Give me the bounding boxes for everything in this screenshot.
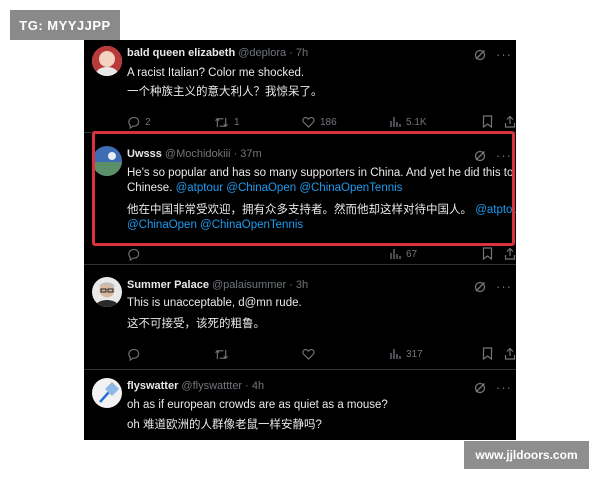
- tweet-3-header: Summer Palace @palaisummer · 3h: [127, 279, 308, 295]
- tweet-text-en: oh as if european crowds are as quiet as…: [127, 399, 388, 411]
- views-button[interactable]: 5.1K: [389, 114, 427, 130]
- watermark-top: TG: MYYJJPP: [10, 10, 120, 40]
- more-options-icon[interactable]: ···: [496, 280, 512, 294]
- mention-links[interactable]: @atptour @ChinaOpen @ChinaOpenTennis: [176, 182, 403, 194]
- like-button[interactable]: [302, 346, 315, 362]
- reply-count: 2: [145, 116, 151, 128]
- grok-icon[interactable]: [474, 281, 486, 293]
- like-count: 186: [320, 116, 337, 128]
- tweet-text-zh: 一个种族主义的意大利人？我惊呆了。: [127, 86, 323, 98]
- more-options-icon[interactable]: ···: [496, 381, 512, 395]
- tweet-2[interactable]: Uwsss @Mochidokiii · 37m ··· He's so pop…: [84, 133, 516, 263]
- reply-icon: [128, 348, 140, 361]
- tweet-text-en-line1: He's so popular and has so many supporte…: [127, 167, 514, 179]
- author-name[interactable]: bald queen elizabeth: [127, 47, 235, 59]
- tweet-text-zh: 他在中国非常受欢迎，拥有众多支持者。然而他却这样对待中国人。: [127, 204, 472, 216]
- reply-icon: [128, 116, 140, 129]
- tweet-3-top-icons: ···: [474, 280, 512, 294]
- view-count: 5.1K: [406, 116, 427, 128]
- views-button[interactable]: 67: [389, 246, 417, 262]
- grok-icon[interactable]: [474, 49, 486, 61]
- tweet-2-top-icons: ···: [474, 149, 512, 163]
- author-name[interactable]: Summer Palace: [127, 279, 209, 291]
- views-chart-icon: [390, 249, 401, 259]
- timestamp[interactable]: · 3h: [289, 279, 308, 291]
- author-handle[interactable]: @Mochidokiii: [165, 148, 231, 160]
- like-button[interactable]: 186: [302, 114, 337, 130]
- timestamp[interactable]: · 37m: [234, 148, 262, 160]
- tweet-3-actions: 317: [127, 346, 516, 362]
- bald-person-avatar[interactable]: [92, 46, 122, 76]
- glasses-man-avatar[interactable]: [92, 277, 122, 307]
- reply-button[interactable]: [127, 246, 140, 262]
- tweet-text-en: This is unacceptable, d@mn rude.: [127, 297, 302, 309]
- tweet-2-header: Uwsss @Mochidokiii · 37m: [127, 148, 262, 164]
- timestamp[interactable]: · 4h: [245, 380, 264, 392]
- retweet-button[interactable]: 1: [214, 114, 240, 130]
- retweet-button[interactable]: [214, 346, 229, 362]
- tweet-text-zh: 这不可接受，该死的粗鲁。: [127, 318, 265, 330]
- tweet-text-en: A racist Italian? Color me shocked.: [127, 67, 305, 79]
- tweet-1-header: bald queen elizabeth @deplora · 7h: [127, 47, 308, 63]
- views-chart-icon: [390, 349, 401, 359]
- author-handle[interactable]: @deplora: [238, 47, 286, 59]
- landscape-avatar[interactable]: [92, 146, 122, 176]
- share-icon[interactable]: [504, 347, 516, 360]
- watermark-bottom: www.jjldoors.com: [464, 441, 589, 469]
- bookmark-icon[interactable]: [482, 347, 493, 360]
- share-icon[interactable]: [504, 115, 516, 128]
- tweet-text-zh: oh 难道欧洲的人群像老鼠一样安静吗?: [127, 419, 322, 431]
- tweet-4-top-icons: ···: [474, 381, 512, 395]
- retweet-count: 1: [234, 116, 240, 128]
- view-count: 67: [406, 248, 418, 260]
- tweet-2-actions: 67: [127, 246, 516, 262]
- flyswatter-avatar[interactable]: [92, 378, 122, 408]
- views-button[interactable]: 317: [389, 346, 423, 362]
- bookmark-icon[interactable]: [482, 115, 493, 128]
- heart-icon: [302, 117, 315, 128]
- reply-button[interactable]: [127, 346, 140, 362]
- tweet-feed: bald queen elizabeth @deplora · 7h ··· A…: [84, 40, 516, 440]
- author-handle[interactable]: @palaisummer: [212, 279, 286, 291]
- heart-icon: [302, 349, 315, 360]
- tweet-text-en-line2: Chinese. @atptour @ChinaOpen @ChinaOpenT…: [127, 180, 516, 196]
- timestamp[interactable]: · 7h: [289, 47, 308, 59]
- tweet-text: Chinese.: [127, 182, 176, 194]
- grok-icon[interactable]: [474, 150, 486, 162]
- view-count: 317: [406, 348, 423, 360]
- mention-link-atptour[interactable]: @atptour: [472, 204, 516, 216]
- tweet-4-header: flyswatter @flyswattter · 4h: [127, 380, 264, 396]
- author-name[interactable]: flyswatter: [127, 380, 178, 392]
- reply-icon: [128, 248, 140, 261]
- tweet-text-zh-line2: @ChinaOpen @ChinaOpenTennis: [127, 217, 516, 233]
- tweet-4[interactable]: flyswatter @flyswattter · 4h ··· oh as i…: [84, 370, 516, 440]
- bookmark-icon[interactable]: [482, 247, 493, 260]
- tweet-text-zh-line1: 他在中国非常受欢迎，拥有众多支持者。然而他却这样对待中国人。 @atptour: [127, 202, 516, 218]
- tweet-1-actions: 2 1 186 5.1K: [127, 114, 516, 130]
- retweet-icon: [215, 349, 228, 359]
- retweet-icon: [215, 117, 228, 127]
- more-options-icon[interactable]: ···: [496, 149, 512, 163]
- tweet-3[interactable]: Summer Palace @palaisummer · 3h ··· This…: [84, 265, 516, 368]
- more-options-icon[interactable]: ···: [496, 48, 512, 62]
- tweet-1-top-icons: ···: [474, 48, 512, 62]
- mention-links[interactable]: @ChinaOpen @ChinaOpenTennis: [127, 219, 303, 231]
- author-name[interactable]: Uwsss: [127, 148, 162, 160]
- reply-button[interactable]: 2: [127, 114, 151, 130]
- grok-icon[interactable]: [474, 382, 486, 394]
- share-icon[interactable]: [504, 247, 516, 260]
- author-handle[interactable]: @flyswattter: [181, 380, 242, 392]
- views-chart-icon: [390, 117, 401, 127]
- tweet-1[interactable]: bald queen elizabeth @deplora · 7h ··· A…: [84, 40, 516, 132]
